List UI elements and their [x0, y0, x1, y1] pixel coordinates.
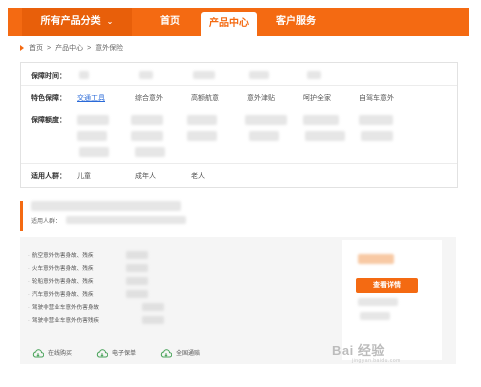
amount-obscured	[126, 264, 148, 272]
special-option-comprehensive[interactable]: 综合意外	[135, 93, 163, 103]
coverage-option-obscured[interactable]	[303, 115, 339, 125]
info-obscured	[358, 298, 398, 306]
amount-obscured	[126, 277, 148, 285]
divider	[21, 85, 457, 86]
crowd-option-adults[interactable]: 成年人	[135, 171, 156, 181]
crowd-label: 适用人群：	[31, 173, 66, 180]
coverage-option-obscured[interactable]	[245, 115, 287, 125]
coverage-option-obscured[interactable]	[359, 115, 393, 125]
period-option-obscured[interactable]	[307, 71, 321, 79]
cloud-download-icon	[32, 349, 44, 358]
amount-obscured	[126, 290, 148, 298]
coverage-option-obscured[interactable]	[249, 131, 279, 141]
product-crowd-value-obscured	[66, 216, 186, 224]
product-crowd-label: 适用人群：	[31, 219, 62, 225]
bullet-icon: ·	[28, 279, 30, 285]
product-card-header: 适用人群：	[20, 195, 456, 235]
special-option-self-drive[interactable]: 自驾车意外	[359, 93, 394, 103]
divider	[21, 163, 457, 164]
period-option-obscured[interactable]	[139, 71, 153, 79]
service-label: 在线购买	[48, 351, 73, 357]
coverage-option-obscured[interactable]	[131, 115, 163, 125]
service-national-claims: 全国通赔	[160, 348, 200, 358]
amount-obscured	[126, 251, 148, 259]
nav-product-center[interactable]: 产品中心	[201, 12, 257, 36]
view-details-button[interactable]: 查看详情	[356, 278, 418, 293]
coverage-option-obscured[interactable]	[361, 131, 393, 141]
accent-bar	[20, 201, 23, 231]
breadcrumb-separator: >	[47, 45, 52, 52]
feature-item: · 汽车意外伤害身故、残疾	[28, 290, 93, 298]
price-obscured	[358, 254, 394, 264]
special-option-allowance[interactable]: 意外津贴	[247, 93, 275, 103]
cloud-download-icon	[160, 349, 172, 358]
feature-item: · 驾驶非营业车意外伤害残疾	[28, 316, 99, 324]
breadcrumb-home[interactable]: 首页	[29, 45, 43, 52]
coverage-option-obscured[interactable]	[187, 115, 217, 125]
bullet-icon: ·	[28, 305, 30, 311]
product-title-obscured[interactable]	[31, 201, 181, 211]
baidu-jingyan-watermark: Bai 经验	[332, 343, 385, 358]
feature-item: · 轮船意外伤害身故、残疾	[28, 277, 93, 285]
coverage-option-obscured[interactable]	[187, 131, 217, 141]
amount-obscured	[142, 316, 164, 324]
nav-customer-service[interactable]: 客户服务	[270, 8, 322, 36]
service-online-buy: 在线购买	[32, 348, 72, 358]
service-e-policy: 电子保单	[96, 348, 136, 358]
crowd-option-children[interactable]: 儿童	[77, 171, 91, 181]
period-option-obscured[interactable]	[193, 71, 215, 79]
feature-text: 驾驶非营业车意外伤害身故	[31, 305, 100, 311]
feature-item: · 火车意外伤害身故、残疾	[28, 264, 93, 272]
service-label: 全国通赔	[176, 351, 201, 357]
special-label: 特色保障：	[31, 95, 66, 102]
feature-text: 汽车意外伤害身故、残疾	[31, 292, 94, 298]
feature-text: 火车意外伤害身故、残疾	[31, 266, 94, 272]
amount-obscured	[142, 303, 164, 311]
all-products-dropdown[interactable]: 所有产品分类 ⌄	[22, 8, 132, 36]
special-option-high-flight[interactable]: 高额航意	[191, 93, 219, 103]
feature-text: 航空意外伤害身故、残疾	[31, 253, 94, 259]
chevron-down-icon: ⌄	[106, 17, 114, 26]
coverage-label: 保障额度：	[31, 117, 66, 124]
coverage-option-obscured[interactable]	[305, 131, 345, 141]
special-option-family[interactable]: 呵护全家	[303, 93, 331, 103]
breadcrumb-product-center[interactable]: 产品中心	[55, 45, 83, 52]
breadcrumb-arrow-icon	[20, 45, 24, 52]
bullet-icon: ·	[28, 266, 30, 272]
coverage-option-obscured[interactable]	[79, 147, 109, 157]
cloud-download-icon	[96, 349, 108, 358]
filter-panel: 保障时间： 特色保障： 交通工具 综合意外 高额航意 意外津贴 呵护全家 自驾车…	[20, 62, 458, 188]
period-option-obscured[interactable]	[249, 71, 269, 79]
nav-home[interactable]: 首页	[150, 8, 190, 36]
coverage-option-obscured[interactable]	[135, 147, 165, 157]
service-label: 电子保单	[112, 351, 137, 357]
all-products-label: 所有产品分类	[40, 16, 101, 27]
special-option-transport[interactable]: 交通工具	[77, 93, 105, 103]
bullet-icon: ·	[28, 318, 30, 324]
coverage-option-obscured[interactable]	[77, 131, 107, 141]
breadcrumb-separator: >	[87, 45, 92, 52]
bullet-icon: ·	[28, 253, 30, 259]
top-navigation: 所有产品分类 ⌄ 首页 产品中心 客户服务	[8, 8, 469, 36]
coverage-option-obscured[interactable]	[131, 131, 163, 141]
watermark-url: jingyan.baidu.com	[352, 358, 401, 364]
feature-text: 驾驶非营业车意外伤害残疾	[31, 318, 100, 324]
info-obscured	[360, 312, 390, 320]
feature-item: · 航空意外伤害身故、残疾	[28, 251, 93, 259]
breadcrumb: 首页 > 产品中心 > 意外保险	[20, 43, 127, 53]
period-option-obscured[interactable]	[79, 71, 89, 79]
feature-item: · 驾驶非营业车意外伤害身故	[28, 303, 99, 311]
feature-text: 轮船意外伤害身故、残疾	[31, 279, 94, 285]
breadcrumb-current: 意外保险	[95, 45, 124, 52]
crowd-option-elderly[interactable]: 老人	[191, 171, 205, 181]
bullet-icon: ·	[28, 292, 30, 298]
coverage-option-obscured[interactable]	[77, 115, 109, 125]
period-label: 保障时间：	[31, 73, 66, 80]
